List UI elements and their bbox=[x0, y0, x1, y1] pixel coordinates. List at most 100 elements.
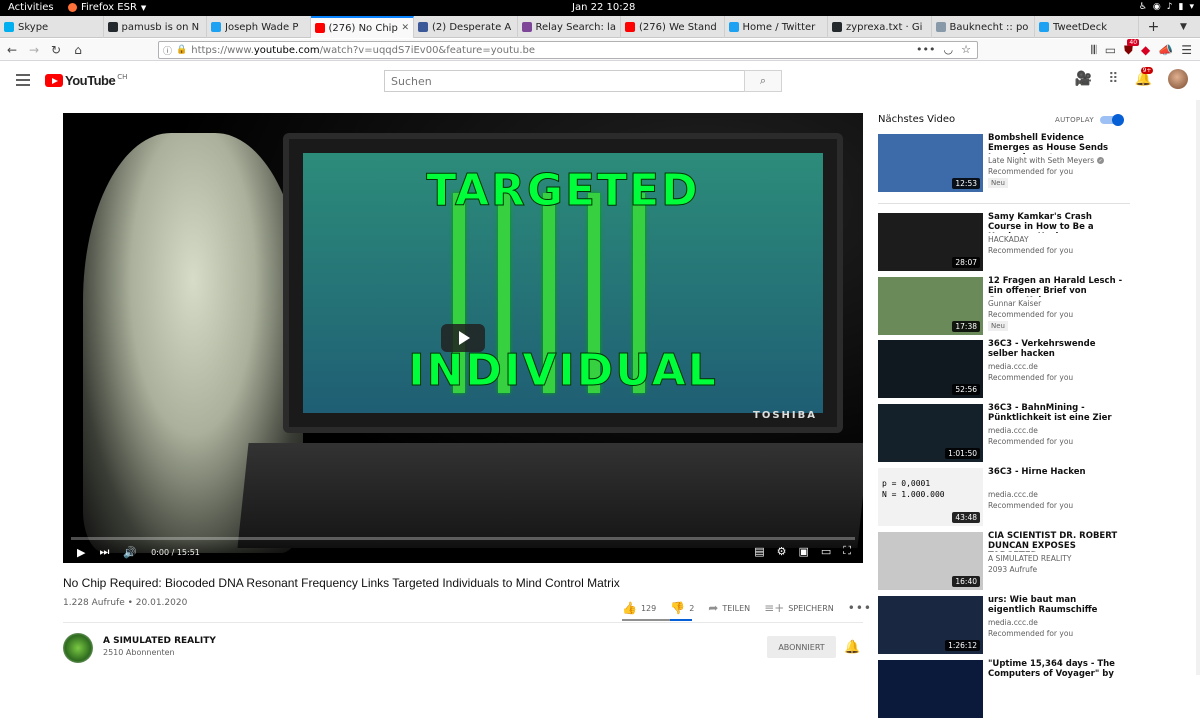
reload-icon[interactable]: ↻ bbox=[46, 40, 66, 60]
browser-tab[interactable]: (276) No Chip R✕ bbox=[310, 16, 414, 38]
large-play-button[interactable] bbox=[441, 324, 485, 352]
video-thumbnail[interactable]: 16:40 bbox=[878, 532, 983, 590]
video-frame-text-bottom: INDIVIDUAL bbox=[408, 345, 718, 397]
shield-extension-icon[interactable]: ◆ bbox=[1141, 43, 1150, 57]
channel-avatar[interactable] bbox=[63, 633, 93, 663]
close-tab-icon[interactable]: ✕ bbox=[401, 23, 409, 33]
tor-icon bbox=[521, 22, 532, 32]
user-avatar[interactable] bbox=[1168, 69, 1188, 89]
wifi-icon: ◉ bbox=[1152, 2, 1161, 12]
github-icon bbox=[107, 22, 118, 32]
related-video-card[interactable]: 52:56 36C3 - Verkehrswende selber hacken m… bbox=[878, 339, 1138, 400]
video-thumbnail[interactable] bbox=[878, 660, 983, 718]
play-icon[interactable]: ▶ bbox=[77, 546, 85, 559]
url-text: https://www.youtube.com/watch?v=uqqdS7iE… bbox=[191, 44, 536, 56]
video-thumbnail[interactable]: 12:53 bbox=[878, 134, 983, 192]
video-duration: 12:53 bbox=[952, 178, 980, 189]
miniplayer-icon[interactable]: ▣ bbox=[798, 545, 808, 558]
video-thumbnail[interactable]: p = 0,0001 N = 1.000.000 43:48 bbox=[878, 468, 983, 526]
pocket-icon[interactable]: ◡ bbox=[944, 43, 954, 56]
menu-icon[interactable]: ☰ bbox=[1181, 43, 1192, 57]
sidebar-icon[interactable]: ▭ bbox=[1105, 43, 1116, 57]
activities-button[interactable]: Activities bbox=[8, 2, 54, 13]
tab-list-icon[interactable]: ▼ bbox=[1169, 16, 1199, 38]
home-icon[interactable]: ⌂ bbox=[68, 40, 88, 60]
related-video-title[interactable]: Samy Kamkar's Crash Course in How to Be … bbox=[988, 212, 1123, 233]
related-video-title[interactable]: urs: Wie baut man eigentlich Raumschiffe bbox=[988, 595, 1123, 615]
related-video-card[interactable]: 1:01:50 36C3 - BahnMining - Pünktlichkeit… bbox=[878, 403, 1138, 464]
subtitles-icon[interactable]: ▤ bbox=[754, 545, 764, 558]
browser-tab[interactable]: (2) Desperate A bbox=[414, 16, 518, 38]
browser-tab[interactable]: Joseph Wade P bbox=[207, 16, 311, 38]
related-video-card[interactable]: 28:07 Samy Kamkar's Crash Course in How t… bbox=[878, 212, 1138, 273]
youtube-logo[interactable]: YouTube CH bbox=[45, 73, 127, 88]
related-video-title[interactable]: 12 Fragen an Harald Lesch - Ein offener … bbox=[988, 276, 1123, 297]
subscribed-button[interactable]: ABONNIERT bbox=[767, 636, 836, 658]
next-icon[interactable]: ⏭ bbox=[99, 545, 109, 559]
progress-bar[interactable] bbox=[71, 537, 855, 540]
browser-tab[interactable]: Skype bbox=[0, 16, 104, 38]
browser-tab[interactable]: Relay Search: la bbox=[518, 16, 621, 38]
back-icon[interactable]: ← bbox=[2, 40, 22, 60]
browser-tab[interactable]: (276) We Stand bbox=[621, 16, 725, 38]
related-video-card[interactable]: 16:40 CIA SCIENTIST DR. ROBERT DUNCAN EXP… bbox=[878, 531, 1138, 592]
video-thumbnail[interactable]: 1:26:12 bbox=[878, 596, 983, 654]
volume-icon[interactable]: 🔊 bbox=[123, 546, 137, 559]
channel-name[interactable]: A SIMULATED REALITY bbox=[103, 636, 216, 646]
bookmark-star-icon[interactable]: ☆ bbox=[961, 43, 971, 56]
ublock-extension-icon[interactable]: ⛊ 40 bbox=[1124, 38, 1140, 58]
notification-bell-icon[interactable]: 🔔 bbox=[844, 640, 860, 655]
related-video-card[interactable]: 12:53 Bombshell Evidence Emerges as House… bbox=[878, 133, 1138, 194]
page-actions-icon[interactable]: ••• bbox=[916, 43, 935, 56]
browser-tab[interactable]: Bauknecht :: po bbox=[932, 16, 1035, 38]
library-icon[interactable]: 𝄃𝄃 bbox=[1091, 43, 1096, 58]
video-thumbnail[interactable]: 17:38 bbox=[878, 277, 983, 335]
search-input[interactable] bbox=[384, 70, 744, 92]
notifications-bell-icon[interactable]: 🔔 9+ bbox=[1135, 67, 1154, 87]
dislike-button[interactable]: 👎 2 bbox=[670, 601, 694, 615]
browser-tab-label: Bauknecht :: po bbox=[949, 21, 1029, 33]
create-video-icon[interactable]: 🎥 bbox=[1075, 71, 1092, 87]
new-tab-icon[interactable]: + bbox=[1139, 16, 1169, 38]
related-video-card[interactable]: "Uptime 15,364 days - The Computers of V… bbox=[878, 659, 1138, 720]
video-thumbnail[interactable]: 52:56 bbox=[878, 340, 983, 398]
related-video-title[interactable]: "Uptime 15,364 days - The Computers of V… bbox=[988, 659, 1123, 679]
related-video-title[interactable]: 36C3 - Hirne Hacken bbox=[988, 467, 1123, 477]
theater-mode-icon[interactable]: ▭ bbox=[821, 545, 831, 558]
url-bar[interactable]: ⓘ 🔒 https://www.youtube.com/watch?v=uqqd… bbox=[158, 41, 978, 59]
browser-tab[interactable]: Home / Twitter bbox=[725, 16, 828, 38]
system-tray[interactable]: ♿ ◉ ♪ ▮ ▾ bbox=[1139, 2, 1194, 12]
share-button[interactable]: ➦ TEILEN bbox=[708, 601, 750, 615]
video-player[interactable]: TARGETED INDIVIDUAL TOSHIBA ▶ ⏭ 🔊 0:00 /… bbox=[63, 113, 863, 563]
apps-grid-icon[interactable]: ⠿ bbox=[1108, 71, 1118, 87]
more-actions-icon[interactable]: ••• bbox=[848, 601, 872, 615]
like-button[interactable]: 👍 129 bbox=[622, 601, 656, 615]
browser-tab[interactable]: TweetDeck bbox=[1035, 16, 1139, 38]
page-scrollbar[interactable] bbox=[1196, 100, 1200, 675]
video-thumbnail[interactable]: 1:01:50 bbox=[878, 404, 983, 462]
fullscreen-icon[interactable]: ⛶ bbox=[843, 544, 851, 558]
related-video-title[interactable]: 36C3 - BahnMining - Pünktlichkeit ist ei… bbox=[988, 403, 1123, 423]
related-video-channel: media.ccc.de bbox=[988, 618, 1038, 627]
lock-icon[interactable]: 🔒 bbox=[176, 45, 187, 55]
info-icon[interactable]: ⓘ bbox=[163, 44, 172, 57]
autoplay-toggle[interactable] bbox=[1100, 114, 1124, 126]
related-video-card[interactable]: 1:26:12 urs: Wie baut man eigentlich Raum… bbox=[878, 595, 1138, 656]
related-video-card[interactable]: p = 0,0001 N = 1.000.000 43:48 36C3 - Hirn… bbox=[878, 467, 1138, 528]
megaphone-extension-icon[interactable]: 📣 bbox=[1158, 43, 1173, 57]
related-video-card[interactable]: 17:38 12 Fragen an Harald Lesch - Ein off… bbox=[878, 276, 1138, 337]
related-video-title[interactable]: 36C3 - Verkehrswende selber hacken bbox=[988, 339, 1123, 359]
forward-icon[interactable]: → bbox=[24, 40, 44, 60]
related-video-title[interactable]: CIA SCIENTIST DR. ROBERT DUNCAN EXPOSES … bbox=[988, 531, 1123, 552]
search-icon[interactable]: ⌕ bbox=[744, 70, 782, 92]
settings-gear-icon[interactable]: ⚙ bbox=[777, 545, 787, 558]
video-thumbnail[interactable]: 28:07 bbox=[878, 213, 983, 271]
clock[interactable]: Jan 22 10:28 bbox=[572, 2, 635, 13]
save-button[interactable]: ≡+ SPEICHERN bbox=[764, 601, 834, 615]
app-menu[interactable]: Firefox ESR ▼ bbox=[68, 2, 146, 13]
browser-tab[interactable]: zyprexa.txt · Gi bbox=[828, 16, 932, 38]
browser-tab[interactable]: pamusb is on N bbox=[104, 16, 207, 38]
related-video-title[interactable]: Bombshell Evidence Emerges as House Send… bbox=[988, 133, 1123, 154]
guide-menu-icon[interactable] bbox=[16, 74, 30, 86]
sentiment-bar-dislikes bbox=[670, 619, 692, 621]
